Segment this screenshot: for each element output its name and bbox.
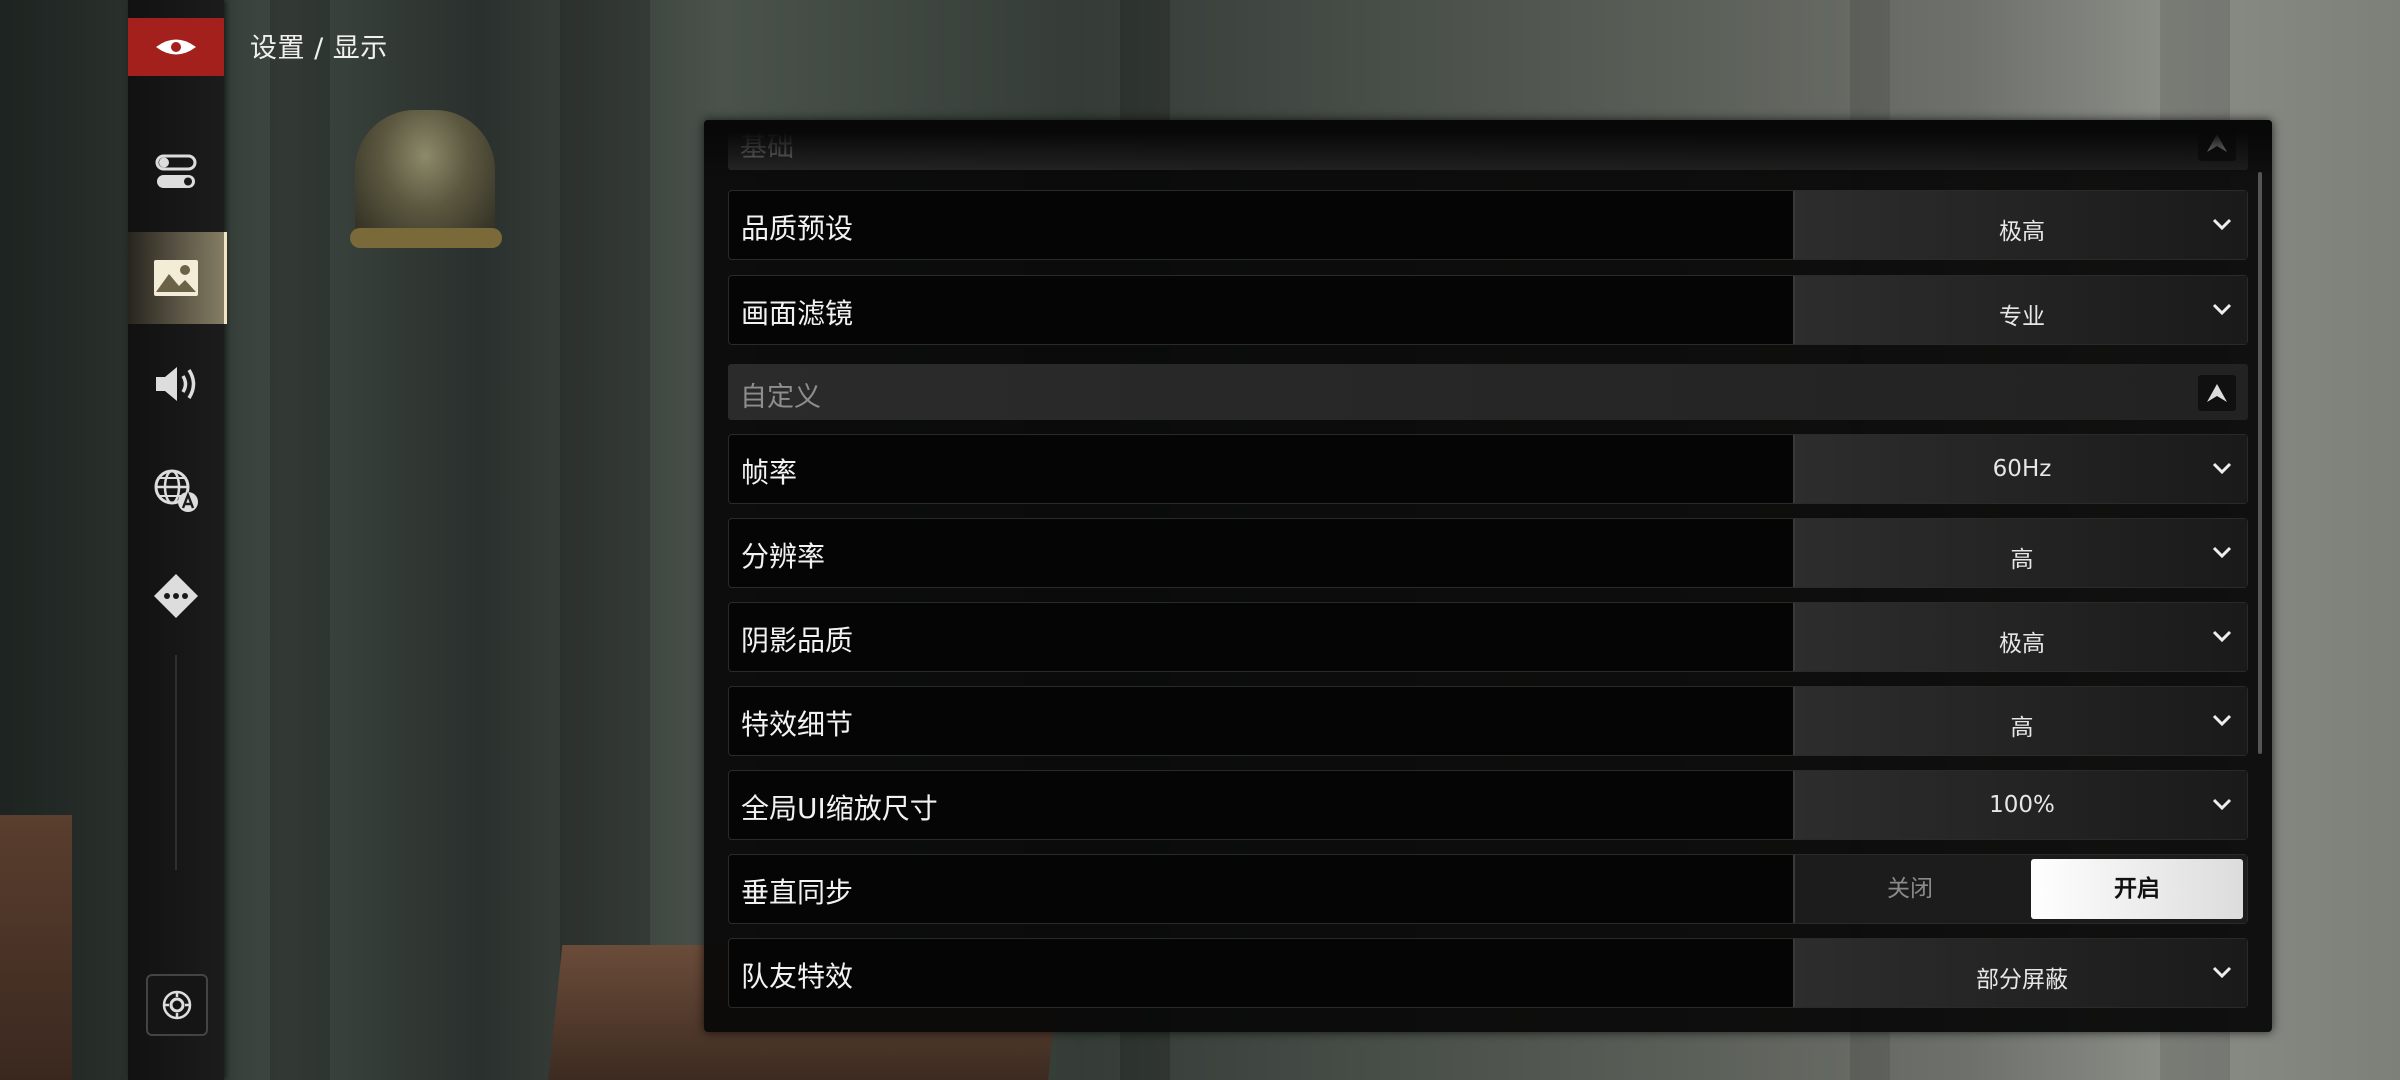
sidebar-item-language[interactable] <box>128 444 224 536</box>
eye-logo-icon <box>156 39 196 55</box>
dropdown-value: 专业 <box>1999 304 2045 330</box>
image-filter-dropdown[interactable]: 专业 <box>1793 276 2247 344</box>
language-globe-icon <box>154 469 198 512</box>
collapse-button[interactable] <box>2198 375 2236 411</box>
background-pillar <box>270 0 330 1080</box>
settings-list: 基础 品质预设 极高 画面滤镜 专业 自定义 帧率 60Hz 分辨率 高 阴影品… <box>728 120 2248 1032</box>
chevron-down-icon <box>2212 303 2232 316</box>
chevron-down-icon <box>2212 630 2232 643</box>
vsync-toggle: 关闭 开启 <box>1793 855 2247 923</box>
background-bell <box>355 110 495 240</box>
more-dpad-icon <box>154 574 198 618</box>
setting-label: 分辨率 <box>741 540 826 573</box>
setting-label: 特效细节 <box>741 708 854 741</box>
setting-label: 全局UI缩放尺寸 <box>741 792 938 825</box>
collapse-button[interactable] <box>2198 125 2236 161</box>
display-image-icon <box>154 260 198 296</box>
setting-row-ui-scale: 全局UI缩放尺寸 100% <box>728 770 2248 840</box>
effect-detail-dropdown[interactable]: 高 <box>1793 687 2247 755</box>
sidebar-item-general[interactable] <box>128 126 224 218</box>
reset-settings-button[interactable] <box>146 974 208 1036</box>
breadcrumb: 设置 / 显示 <box>250 33 388 64</box>
dropdown-value: 高 <box>2010 547 2034 573</box>
game-logo[interactable] <box>128 18 224 76</box>
settings-scrollbar[interactable] <box>2258 172 2262 754</box>
dropdown-value: 部分屏蔽 <box>1976 967 2068 993</box>
chevron-down-icon <box>2212 462 2232 475</box>
chevron-down-icon <box>2212 714 2232 727</box>
chevron-down-icon <box>2212 966 2232 979</box>
dropdown-value: 极高 <box>1999 631 2045 657</box>
vsync-off-option[interactable]: 关闭 <box>1795 855 2025 923</box>
setting-label: 阴影品质 <box>741 624 854 657</box>
setting-label: 画面滤镜 <box>741 297 854 330</box>
dropdown-value: 极高 <box>1999 219 2045 245</box>
quality-preset-dropdown[interactable]: 极高 <box>1793 191 2247 259</box>
section-title: 自定义 <box>740 382 821 413</box>
dropdown-value: 100% <box>1989 792 2055 818</box>
collapse-arrow-icon <box>2207 134 2227 152</box>
teammate-effects-dropdown[interactable]: 部分屏蔽 <box>1793 939 2247 1007</box>
setting-row-resolution: 分辨率 高 <box>728 518 2248 588</box>
vsync-on-option[interactable]: 开启 <box>2031 859 2243 919</box>
frame-rate-dropdown[interactable]: 60Hz <box>1793 435 2247 503</box>
shadow-quality-dropdown[interactable]: 极高 <box>1793 603 2247 671</box>
resolution-dropdown[interactable]: 高 <box>1793 519 2247 587</box>
section-header-custom[interactable]: 自定义 <box>728 364 2248 420</box>
setting-row-shadow-quality: 阴影品质 极高 <box>728 602 2248 672</box>
background-crate <box>0 815 72 1080</box>
setting-label: 垂直同步 <box>741 876 854 909</box>
dropdown-value: 高 <box>2010 715 2034 741</box>
ui-scale-dropdown[interactable]: 100% <box>1793 771 2247 839</box>
setting-row-quality-preset: 品质预设 极高 <box>728 190 2248 260</box>
setting-row-image-filter: 画面滤镜 专业 <box>728 275 2248 345</box>
setting-label: 队友特效 <box>741 960 854 993</box>
sidebar-item-audio[interactable] <box>128 338 224 430</box>
settings-sidebar <box>128 0 227 1080</box>
section-header-basic[interactable]: 基础 <box>728 120 2248 170</box>
dropdown-value: 60Hz <box>1992 456 2052 482</box>
setting-label: 品质预设 <box>741 212 854 245</box>
setting-row-effect-detail: 特效细节 高 <box>728 686 2248 756</box>
sidebar-item-display[interactable] <box>128 232 227 324</box>
setting-row-vsync: 垂直同步 关闭 开启 <box>728 854 2248 924</box>
chevron-down-icon <box>2212 798 2232 811</box>
sidebar-item-other[interactable] <box>128 550 224 642</box>
toggles-icon <box>155 154 197 188</box>
reset-gear-icon <box>162 990 192 1020</box>
setting-row-frame-rate: 帧率 60Hz <box>728 434 2248 504</box>
display-settings-panel: 基础 品质预设 极高 画面滤镜 专业 自定义 帧率 60Hz 分辨率 高 阴影品… <box>704 120 2272 1032</box>
collapse-arrow-icon <box>2207 384 2227 402</box>
chevron-down-icon <box>2212 546 2232 559</box>
background-pillar <box>560 0 650 1080</box>
sidebar-divider <box>175 655 177 870</box>
setting-label: 帧率 <box>741 456 798 489</box>
speaker-icon <box>156 367 196 401</box>
chevron-down-icon <box>2212 218 2232 231</box>
background-bell-rim <box>350 228 502 248</box>
setting-row-teammate-effects: 队友特效 部分屏蔽 <box>728 938 2248 1008</box>
section-title: 基础 <box>740 132 794 163</box>
